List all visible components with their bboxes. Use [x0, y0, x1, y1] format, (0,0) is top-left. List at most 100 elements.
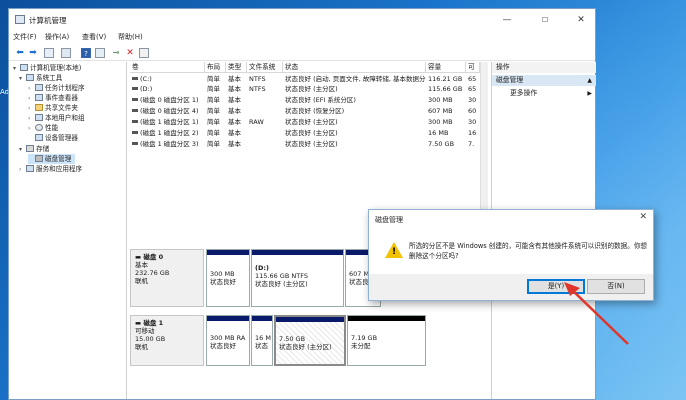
computer-icon: [20, 64, 28, 71]
tree-item-event-viewer[interactable]: › 事件查看器: [28, 93, 78, 103]
menu-file[interactable]: 文件(F): [13, 32, 37, 42]
disk-1-label[interactable]: ▬ 磁盘 1 可移动 15.00 GB 联机: [130, 315, 204, 366]
partition-bar: [207, 316, 249, 321]
tree-item-label: 计算机管理(本地): [30, 64, 82, 72]
filesystem-cell: [247, 139, 283, 149]
selected-partition-block[interactable]: 7.50 GB 状态良好 (主分区): [274, 315, 346, 366]
menu-view[interactable]: 查看(V): [82, 32, 106, 42]
tree-item-disk-management[interactable]: 磁盘管理: [28, 154, 76, 164]
column-header-layout[interactable]: 布局: [205, 62, 226, 73]
actions-more[interactable]: 更多操作 ▶: [492, 88, 596, 99]
tree-item-label: 共享文件夹: [45, 104, 78, 112]
disk-size: 15.00 GB: [135, 335, 166, 343]
volume-list-scrollbar[interactable]: [480, 62, 488, 230]
tree-item-storage[interactable]: ▾ 存储: [19, 144, 49, 154]
partition-line: 300 MB: [210, 270, 235, 278]
users-icon: [35, 114, 43, 121]
partition-block[interactable]: (D:) 115.66 GB NTFS 状态良好 (主分区): [251, 249, 344, 307]
title-bar[interactable]: 计算机管理 — ☐ ✕: [9, 9, 595, 31]
tree-item-device-manager[interactable]: 设备管理器: [28, 133, 78, 143]
tree-item-services-apps[interactable]: › 服务和应用程序: [19, 164, 82, 174]
layout-cell: 简单: [207, 107, 220, 115]
layout-cell: 简单: [207, 85, 220, 93]
tree-item-label: 存储: [36, 145, 50, 153]
partition-block[interactable]: 300 MB RA 状态良好: [206, 315, 250, 366]
actions-section-disk-management[interactable]: 磁盘管理 ▲: [492, 75, 596, 86]
dialog-close-icon[interactable]: ✕: [639, 212, 647, 222]
up-folder-icon[interactable]: [44, 48, 54, 58]
tree-item-system-tools[interactable]: ▾ 系统工具: [19, 73, 62, 83]
partition-bar: [348, 316, 425, 321]
volume-cell: (C:): [130, 74, 205, 84]
filesystem-cell: [247, 106, 283, 116]
capacity-cell: 7.50 GB: [428, 140, 455, 148]
volume-icon: [132, 109, 138, 112]
dialog-title: 磁盘管理: [375, 216, 403, 224]
menu-help[interactable]: 帮助(H): [118, 32, 143, 42]
partition-bar: [252, 316, 272, 321]
partition-text: 16 M 状态: [255, 334, 271, 350]
close-button[interactable]: ✕: [567, 12, 595, 28]
volume-icon: [132, 77, 138, 80]
partition-block[interactable]: 300 MB 状态良好: [206, 249, 250, 307]
collapse-arrow-icon[interactable]: ▲: [587, 75, 592, 86]
volume-cell: (磁盘 1 磁盘分区 2): [130, 128, 205, 138]
menu-action[interactable]: 操作(A): [45, 32, 69, 42]
type-cell: 基本: [228, 118, 241, 126]
capacity-cell: 300 MB: [428, 96, 453, 104]
tree-item-label: 磁盘管理: [45, 155, 72, 163]
connect-icon[interactable]: ⊸: [111, 48, 121, 58]
partition-line: 状态良好: [210, 278, 236, 286]
maximize-button[interactable]: ☐: [531, 12, 559, 28]
show-hide-tree-icon[interactable]: [61, 48, 71, 58]
tree-item-label: 事件查看器: [45, 94, 78, 102]
export-icon[interactable]: [139, 48, 149, 58]
partition-block[interactable]: 16 M 状态: [251, 315, 273, 366]
disk-name: ▬ 磁盘 1: [135, 319, 203, 327]
partition-line: 300 MB RA: [210, 334, 246, 342]
device-manager-icon: [35, 134, 43, 141]
partition-text: 300 MB RA 状态良好: [210, 334, 245, 350]
unallocated-block[interactable]: 7.19 GB 未分配: [347, 315, 426, 366]
delete-icon[interactable]: ✕: [125, 48, 135, 58]
collapse-icon[interactable]: ▾: [19, 145, 26, 155]
disk-name-text: 磁盘 1: [143, 319, 164, 327]
partition-line: 16 M: [255, 334, 271, 342]
status-cell: 状态良好 (主分区): [285, 140, 338, 148]
expand-icon[interactable]: ›: [19, 165, 26, 175]
partition-line: 状态良好 (主分区): [255, 280, 308, 288]
volume-icon: [132, 120, 138, 123]
tree-item-label: 性能: [45, 124, 59, 132]
column-header-filesystem[interactable]: 文件系统: [247, 62, 283, 73]
disk-0-label[interactable]: ▬ 磁盘 0 基本 232.76 GB 联机: [130, 249, 204, 307]
properties-icon[interactable]: [95, 48, 105, 58]
collapse-icon[interactable]: ▾: [19, 74, 26, 84]
column-header-free[interactable]: 可: [466, 62, 480, 73]
tree-item-shared-folders[interactable]: › 共享文件夹: [28, 103, 78, 113]
free-cell: 7.: [468, 140, 475, 148]
back-arrow-icon[interactable]: ⬅: [15, 48, 25, 58]
event-log-icon: [35, 94, 43, 101]
type-cell: 基本: [228, 129, 241, 137]
column-header-capacity[interactable]: 容量: [426, 62, 466, 73]
tree-item-performance[interactable]: › 性能: [28, 123, 58, 133]
tree-item-task-scheduler[interactable]: › 任务计划程序: [28, 83, 85, 93]
tree-item-computer-management[interactable]: ▾ 计算机管理(本地): [13, 63, 81, 73]
volume-name: (磁盘 0 磁盘分区 4): [140, 107, 199, 115]
tree-item-label: 系统工具: [36, 74, 63, 82]
column-header-status[interactable]: 状态: [283, 62, 426, 73]
volume-icon: [132, 87, 138, 90]
column-header-volume[interactable]: 卷: [130, 62, 205, 73]
type-cell: 基本: [228, 140, 241, 148]
forward-arrow-icon[interactable]: ➡: [28, 48, 38, 58]
column-header-type[interactable]: 类型: [226, 62, 247, 73]
folder-icon: [35, 104, 43, 111]
volume-name: (C:): [140, 75, 152, 83]
tree-item-label: 任务计划程序: [45, 84, 85, 92]
partition-text: 7.19 GB 未分配: [351, 334, 377, 350]
minimize-button[interactable]: —: [493, 12, 521, 28]
help-icon[interactable]: ?: [81, 48, 91, 58]
filesystem-cell: [247, 128, 283, 138]
type-cell: 基本: [228, 85, 241, 93]
tree-item-local-users[interactable]: › 本地用户和组: [28, 113, 85, 123]
